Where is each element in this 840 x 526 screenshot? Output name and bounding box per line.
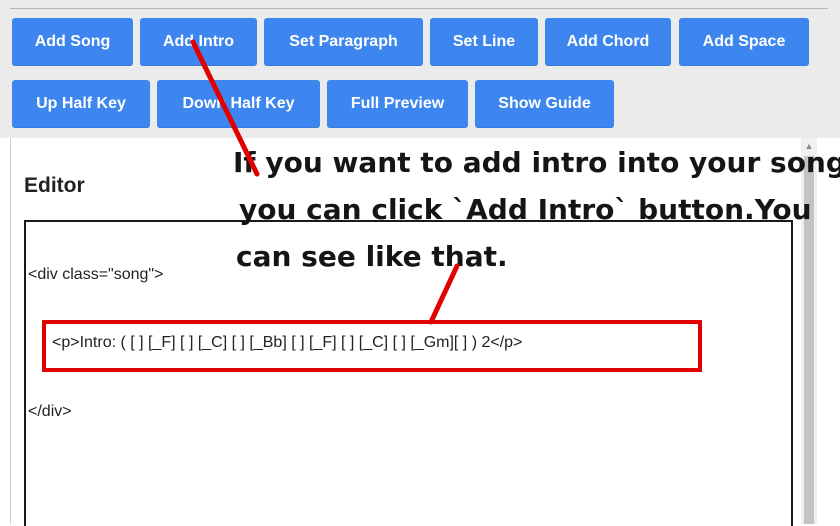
code-line-div-open: <div class="song"> (28, 266, 164, 283)
toolbar: Add Song Add Intro Set Paragraph Set Lin… (0, 0, 840, 138)
add-space-button[interactable]: Add Space (679, 18, 809, 66)
toolbar-divider (10, 8, 828, 9)
full-preview-button[interactable]: Full Preview (327, 80, 468, 128)
code-line-div-close: </div> (28, 403, 72, 420)
up-half-key-button[interactable]: Up Half Key (12, 80, 150, 128)
intro-highlight-box (42, 320, 702, 372)
add-intro-button[interactable]: Add Intro (140, 18, 257, 66)
show-guide-button[interactable]: Show Guide (475, 80, 614, 128)
add-chord-button[interactable]: Add Chord (545, 18, 671, 66)
annotation-line-2: you can click `Add Intro` button.You (239, 193, 812, 226)
add-song-button[interactable]: Add Song (12, 18, 133, 66)
down-half-key-button[interactable]: Down Half Key (157, 80, 320, 128)
annotation-line-3: can see like that. (236, 240, 508, 273)
editor-label: Editor (24, 174, 85, 197)
annotation-line-1: If you want to add intro into your song, (233, 146, 840, 179)
set-line-button[interactable]: Set Line (430, 18, 538, 66)
set-paragraph-button[interactable]: Set Paragraph (264, 18, 423, 66)
